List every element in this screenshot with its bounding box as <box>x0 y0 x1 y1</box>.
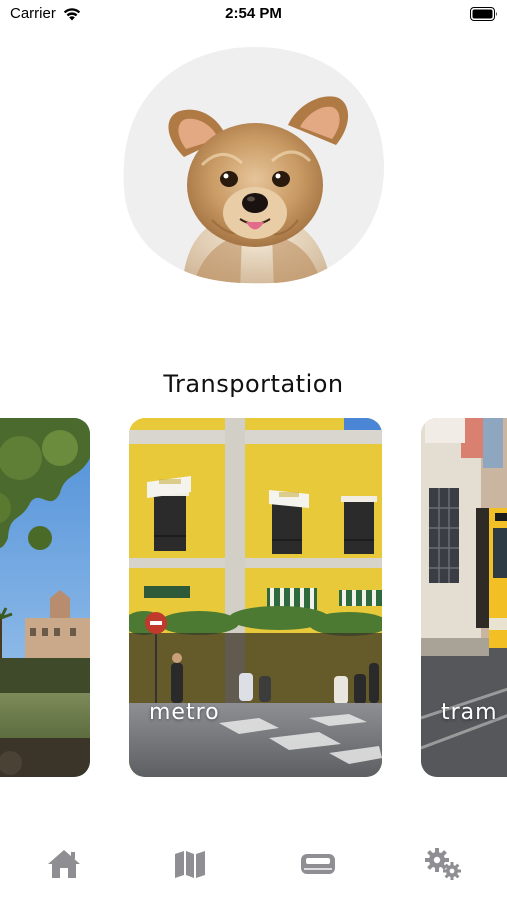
tab-settings[interactable] <box>423 844 463 884</box>
profile-avatar[interactable] <box>122 45 386 291</box>
carousel-card-coastal[interactable] <box>0 418 90 777</box>
tab-bar <box>0 830 507 900</box>
transport-icon <box>301 854 335 874</box>
carousel-card-tram[interactable]: tram <box>421 418 507 777</box>
card-label-metro: metro <box>149 700 220 725</box>
coastal-park-photo <box>0 418 90 777</box>
card-label-tram: tram <box>441 700 498 725</box>
status-time: 2:54 PM <box>225 5 282 22</box>
tab-transport[interactable] <box>298 844 338 884</box>
status-bar: Carrier 2:54 PM <box>0 0 507 28</box>
gear-icon <box>425 848 461 880</box>
home-icon <box>48 850 80 878</box>
transport-carousel[interactable]: metro tram <box>0 418 507 778</box>
map-icon <box>175 851 205 878</box>
tab-home[interactable] <box>44 844 84 884</box>
battery-icon <box>470 7 497 21</box>
section-title: Transportation <box>163 370 344 398</box>
tab-map[interactable] <box>170 844 210 884</box>
carousel-card-metro[interactable]: metro <box>129 418 382 777</box>
